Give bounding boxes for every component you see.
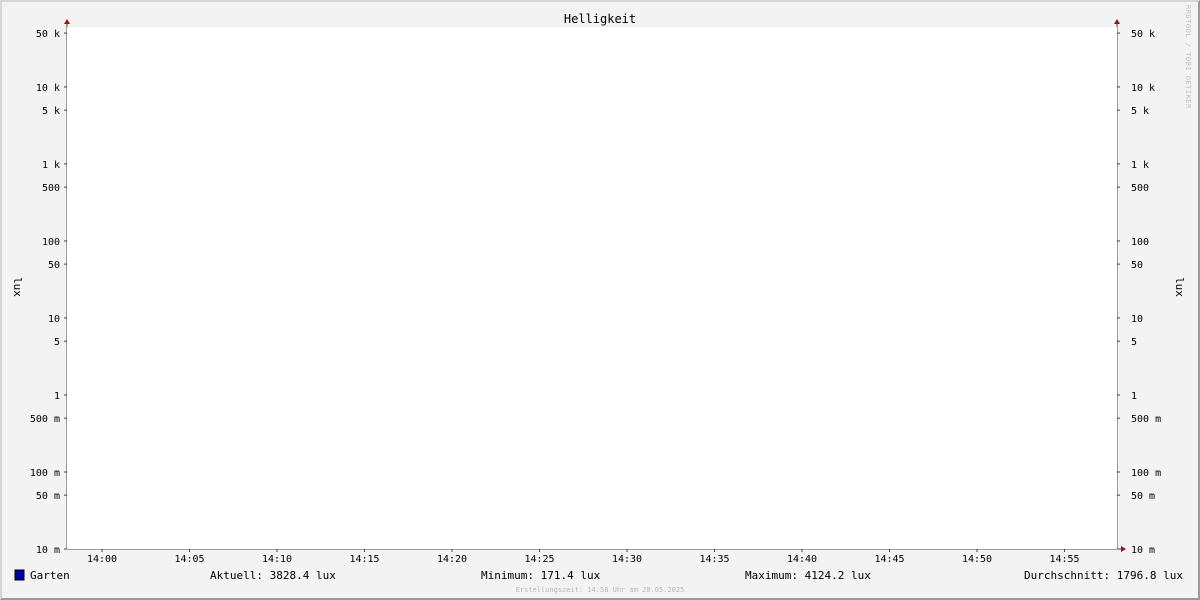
legend-maximum: Maximum: 4124.2 lux (745, 569, 871, 582)
y-tick-label-left: 100 m (30, 468, 60, 479)
legend-swatch (14, 569, 25, 581)
y-tick-label-right: 100 (1131, 237, 1149, 248)
x-tick-label: 14:10 (262, 554, 292, 565)
y-tick-label-right: 500 (1131, 183, 1149, 194)
y-axis-label-right: lux (1173, 277, 1186, 297)
y-tick-label-right: 50 m (1131, 491, 1155, 502)
rrd-graph: 50 k 10 k 5 k 1 k 500 100 50 10 5 1 500 m 100 m 50 m… (11, 5, 1192, 594)
y-tick-label-left: 5 k (42, 106, 60, 117)
y-tick-label-left: 10 m (36, 545, 60, 556)
y-tick-label-left: 500 m (30, 414, 60, 425)
y-tick-label-right: 5 k (1131, 106, 1149, 117)
x-tick-label: 14:50 (962, 554, 992, 565)
axis-arrow-right (1121, 546, 1126, 552)
axis-arrow-up (64, 19, 70, 24)
y-tick-label-left: 5 (54, 337, 60, 348)
y-tick-label-right: 10 m (1131, 545, 1155, 556)
x-axis-labels: 14:00 14:05 14:10 14:15 14:20 14:25 14:30 14:35… (87, 554, 1080, 565)
x-tick-label: 14:30 (612, 554, 642, 565)
y-tick-label-left: 50 (48, 260, 60, 271)
x-tick-label: 14:05 (174, 554, 204, 565)
y-tick-label-left: 50 k (36, 29, 60, 40)
chart-title: Helligkeit (564, 12, 636, 26)
y-tick-label-left: 1 k (42, 160, 60, 171)
y-axis-right-labels: 50 k 10 k 5 k 1 k 500 100 50 10 5 1 500 m 100 m 50 m… (1131, 29, 1161, 556)
y-tick-label-right: 10 (1131, 314, 1143, 325)
y-tick-label-right: 50 k (1131, 29, 1155, 40)
watermark: RRDTOOL / TOBI OETIKER (1184, 5, 1192, 109)
x-tick-label: 14:45 (874, 554, 904, 565)
x-tick-label: 14:00 (87, 554, 117, 565)
plot-background (67, 27, 1117, 549)
y-tick-label-right: 1 (1131, 391, 1137, 402)
y-tick-label-right: 10 k (1131, 83, 1155, 94)
y-tick-label-left: 10 k (36, 83, 60, 94)
y-tick-label-left: 100 (42, 237, 60, 248)
legend-minimum: Minimum: 171.4 lux (481, 569, 601, 582)
y-tick-label-right: 5 (1131, 337, 1137, 348)
y-tick-label-right: 100 m (1131, 468, 1161, 479)
x-tick-label: 14:25 (524, 554, 554, 565)
x-tick-label: 14:35 (699, 554, 729, 565)
x-tick-label: 14:40 (787, 554, 817, 565)
x-tick-label: 14:55 (1049, 554, 1079, 565)
y-axis-left-labels: 50 k 10 k 5 k 1 k 500 100 50 10 5 1 500 m 100 m 50 m… (30, 29, 60, 556)
legend-series-name: Garten (30, 569, 70, 582)
y-tick-label-right: 50 (1131, 260, 1143, 271)
legend-average: Durchschnitt: 1796.8 lux (1024, 569, 1183, 582)
axis-arrow-up (1114, 19, 1120, 24)
x-tick-label: 14:15 (349, 554, 379, 565)
legend-current: Aktuell: 3828.4 lux (210, 569, 336, 582)
footer-timestamp: Erstellungszeit: 14:58 Uhr am 28.05.2025 (516, 586, 685, 594)
y-tick-label-right: 1 k (1131, 160, 1149, 171)
y-axis-label-left: lux (11, 277, 24, 297)
y-tick-label-left: 1 (54, 391, 60, 402)
y-tick-label-right: 500 m (1131, 414, 1161, 425)
x-tick-label: 14:20 (437, 554, 467, 565)
y-tick-label-left: 50 m (36, 491, 60, 502)
y-tick-label-left: 500 (42, 183, 60, 194)
y-tick-label-left: 10 (48, 314, 60, 325)
